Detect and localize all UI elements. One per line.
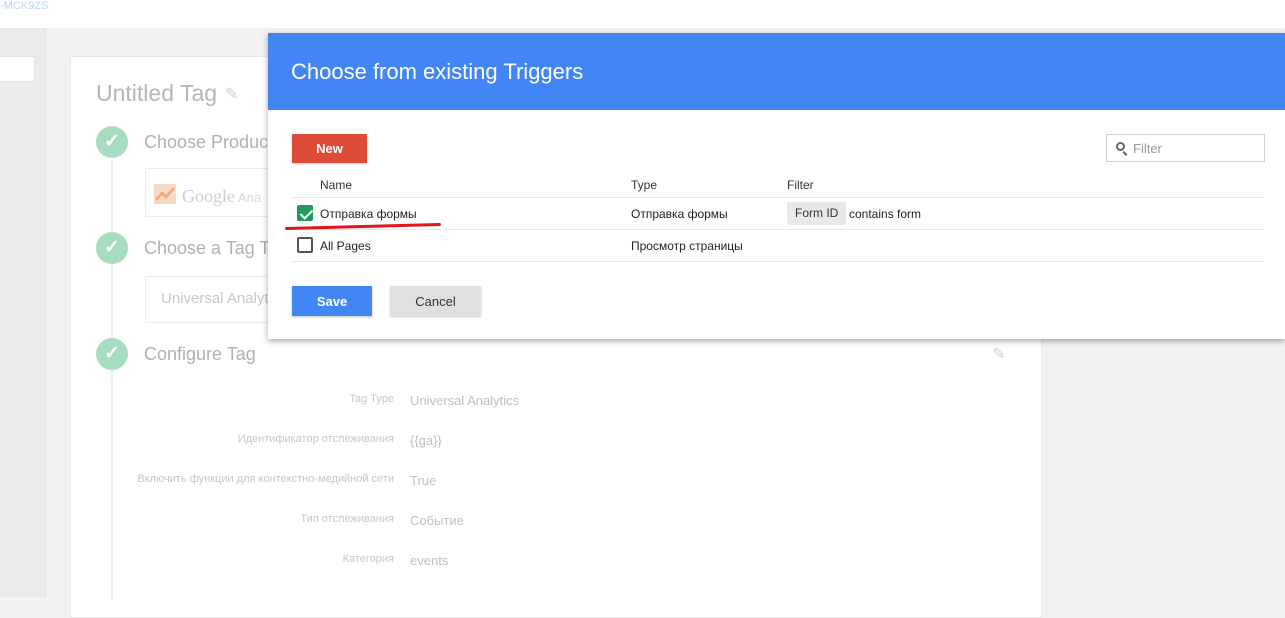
trigger-type: Отправка формы: [631, 207, 728, 221]
tag-type-value: Universal Analyt: [161, 290, 269, 307]
row-divider: [292, 261, 1263, 262]
left-search-input[interactable]: [0, 56, 35, 82]
field-label: Идентификатор отслеживания: [237, 433, 394, 445]
field-value: Событие: [410, 513, 464, 528]
field-label: Тип отслеживания: [300, 513, 394, 525]
trigger-name: Отправка формы: [320, 207, 417, 221]
field-label: Категория: [342, 553, 394, 565]
analytics-logo-icon: [154, 184, 176, 204]
product-logo-suffix: Ana: [238, 190, 262, 205]
search-icon: [1116, 142, 1125, 151]
field-label: Tag Type: [349, 393, 394, 405]
filter-field[interactable]: [1106, 134, 1265, 162]
field-value: True: [410, 473, 437, 488]
step-choose-tag-type[interactable]: Choose a Tag Typ: [144, 238, 288, 259]
checkbox-checked[interactable]: [297, 205, 313, 221]
field-value: {{ga}}: [410, 433, 442, 448]
trigger-name: All Pages: [320, 239, 371, 253]
step-choose-product[interactable]: Choose Product: [144, 132, 273, 153]
check-circle-icon: ✓: [96, 126, 128, 158]
dialog-title: Choose from existing Triggers: [291, 59, 584, 84]
step-configure-tag[interactable]: Configure Tag: [144, 344, 256, 365]
left-panel: [0, 28, 46, 597]
filter-condition: contains form: [849, 207, 922, 221]
new-trigger-button[interactable]: New: [292, 134, 367, 163]
tag-title[interactable]: Untitled Tag: [96, 80, 217, 107]
column-header-name: Name: [320, 178, 353, 192]
container-id: -MCK9ZS: [0, 0, 49, 12]
field-label: Включить функции для контекстно-медийной…: [137, 473, 394, 485]
choose-triggers-dialog: Choose from existing Triggers New Name T…: [268, 33, 1285, 339]
field-value: events: [410, 553, 449, 568]
filter-variable-chip: Form ID: [787, 202, 847, 225]
column-header-filter: Filter: [787, 178, 814, 192]
top-bar: -MCK9ZS: [0, 0, 1285, 28]
check-circle-icon: ✓: [96, 232, 128, 264]
save-button[interactable]: Save: [292, 286, 372, 316]
filter-input[interactable]: [1133, 139, 1258, 157]
pencil-icon[interactable]: ✎: [992, 344, 1005, 364]
product-logo-text: Google: [182, 186, 235, 206]
check-circle-icon: ✓: [96, 338, 128, 370]
cancel-button[interactable]: Cancel: [390, 286, 481, 316]
column-header-type: Type: [631, 178, 658, 192]
field-value: Universal Analytics: [410, 393, 520, 408]
trigger-type: Просмотр страницы: [631, 239, 743, 253]
table-row[interactable]: All Pages Просмотр страницы: [292, 230, 1263, 261]
steps-timeline: [111, 160, 113, 600]
checkbox-unchecked[interactable]: [297, 237, 313, 253]
pencil-icon[interactable]: ✎: [225, 84, 238, 104]
dialog-header: Choose from existing Triggers: [268, 33, 1285, 110]
